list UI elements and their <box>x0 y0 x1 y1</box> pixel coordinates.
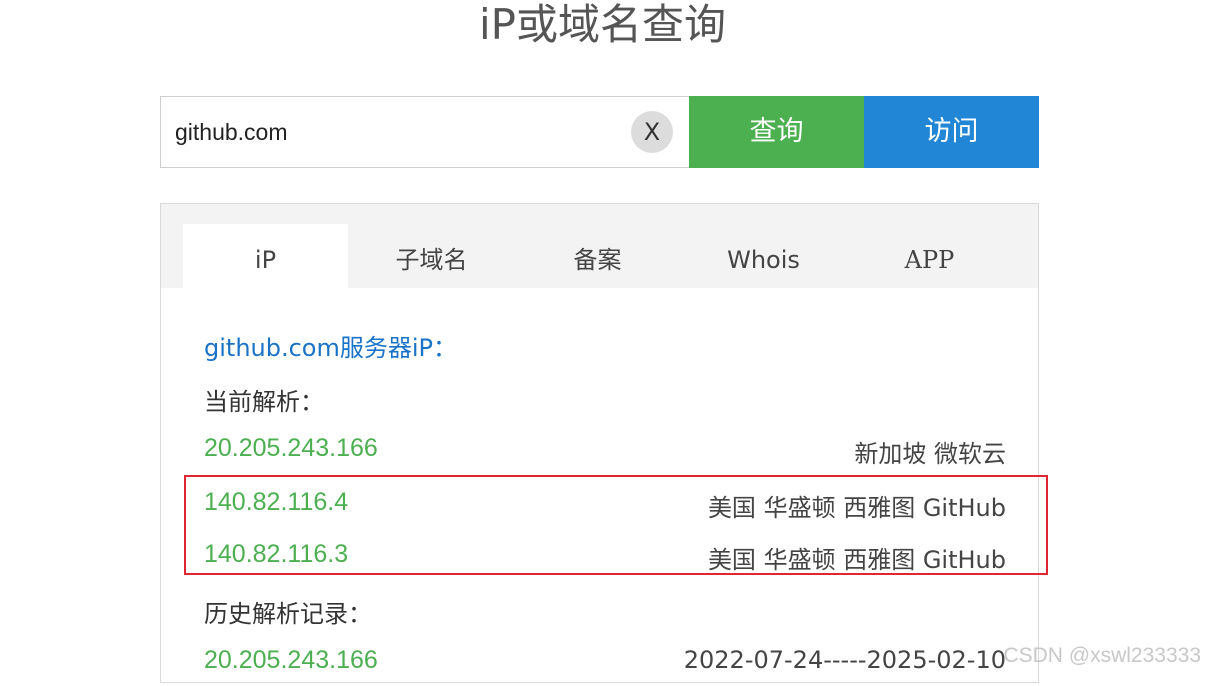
tab-ip[interactable]: iP <box>183 224 348 288</box>
history-label: 历史解析记录： <box>204 600 372 628</box>
page-title: iP或域名查询 <box>479 0 726 49</box>
highlight-annotation-box <box>184 475 1048 575</box>
domain-link[interactable]: github.com <box>204 334 340 362</box>
clear-button[interactable]: X <box>631 111 673 153</box>
tab-icp[interactable]: 备案 <box>515 224 680 288</box>
server-ip-heading: github.com服务器iP： <box>204 328 457 363</box>
tab-subdomain[interactable]: 子域名 <box>349 224 514 288</box>
results-panel: iP 子域名 备案 Whois APP github.com服务器iP： 当前解… <box>160 203 1039 683</box>
current-ip-row: 20.205.243.166 新加坡 微软云 <box>204 434 1006 474</box>
history-date-range: 2022-07-24-----2025-02-10 <box>683 646 1006 674</box>
tab-app[interactable]: APP <box>847 224 1012 288</box>
current-resolution-label: 当前解析： <box>204 388 324 416</box>
ip-link[interactable]: 20.205.243.166 <box>204 646 378 675</box>
ip-link[interactable]: 20.205.243.166 <box>204 434 378 463</box>
query-button[interactable]: 查询 <box>689 96 864 168</box>
heading-suffix: 服务器iP： <box>339 334 457 362</box>
tab-bar: iP 子域名 备案 Whois APP <box>161 204 1038 288</box>
search-bar: X 查询 访问 <box>160 96 1039 168</box>
search-input[interactable] <box>160 96 689 168</box>
visit-button[interactable]: 访问 <box>864 96 1039 168</box>
ip-location: 新加坡 微软云 <box>854 440 1006 468</box>
watermark: CSDN @xswl233333 <box>1003 644 1201 667</box>
history-ip-row: 20.205.243.166 2022-07-24-----2025-02-10 <box>204 646 1006 686</box>
tab-whois[interactable]: Whois <box>681 224 846 288</box>
